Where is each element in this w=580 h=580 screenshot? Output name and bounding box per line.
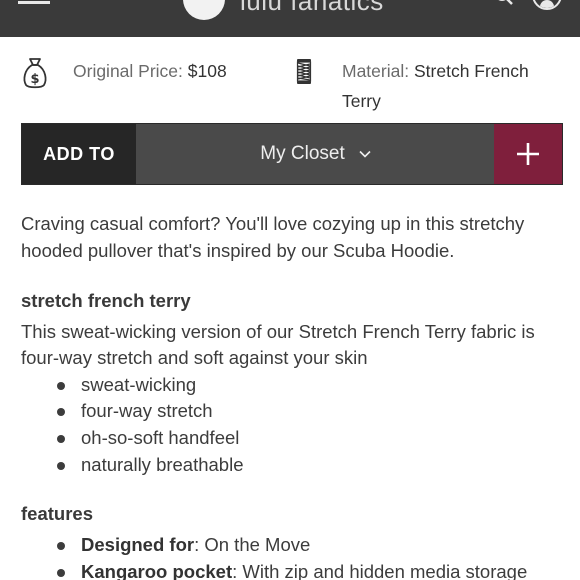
list-item: four-way stretch (21, 398, 566, 425)
add-to-closet-bar: ADD TO My Closet (21, 123, 563, 185)
plus-icon (517, 143, 539, 165)
list-item: Designed for: On the Move (21, 532, 566, 559)
feature-text: : With zip and hidden media storage (232, 560, 528, 580)
logo-icon[interactable] (183, 0, 225, 20)
product-info-row: $ Original Price: $108 Material: Stretch… (0, 56, 580, 116)
top-navigation-bar: lulu fanatics (0, 0, 580, 37)
product-description: Craving casual comfort? You'll love cozy… (21, 211, 566, 580)
account-icon[interactable] (532, 0, 562, 10)
chevron-down-icon (359, 150, 371, 158)
feature-text: : On the Move (194, 533, 311, 555)
list-item: oh-so-soft handfeel (21, 425, 566, 452)
menu-icon[interactable] (18, 0, 50, 4)
price-value: $108 (187, 61, 227, 81)
features-list: Designed for: On the Move Kangaroo pocke… (21, 532, 566, 580)
closet-dropdown[interactable]: My Closet (136, 124, 495, 184)
svg-text:$: $ (30, 72, 39, 87)
price-label: Original Price: (73, 61, 183, 81)
search-icon[interactable] (494, 0, 514, 6)
add-button[interactable] (494, 124, 562, 184)
list-item: Kangaroo pocket: With zip and hidden med… (21, 559, 566, 580)
fabric-bullet-list: sweat-wicking four-way stretch oh-so-sof… (21, 372, 566, 479)
fabric-text: This sweat-wicking version of our Stretc… (21, 320, 535, 369)
list-item: naturally breathable (21, 452, 566, 479)
material-info: Material: Stretch French Terry (294, 56, 572, 116)
closet-dropdown-value: My Closet (260, 143, 345, 164)
description-intro: Craving casual comfort? You'll love cozy… (21, 213, 525, 261)
fabric-heading: stretch french terry (21, 290, 191, 311)
feature-name: Designed for (81, 533, 195, 555)
add-to-label: ADD TO (22, 124, 136, 184)
features-heading: features (21, 503, 93, 525)
material-label: Material: (342, 61, 410, 81)
fabric-spool-icon (296, 59, 312, 84)
list-item: sweat-wicking (21, 372, 566, 399)
site-brand[interactable]: lulu fanatics (240, 0, 384, 17)
original-price-info: $ Original Price: $108 (21, 56, 227, 90)
money-bag-icon: $ (23, 58, 47, 89)
feature-name: Kangaroo pocket (81, 560, 233, 580)
